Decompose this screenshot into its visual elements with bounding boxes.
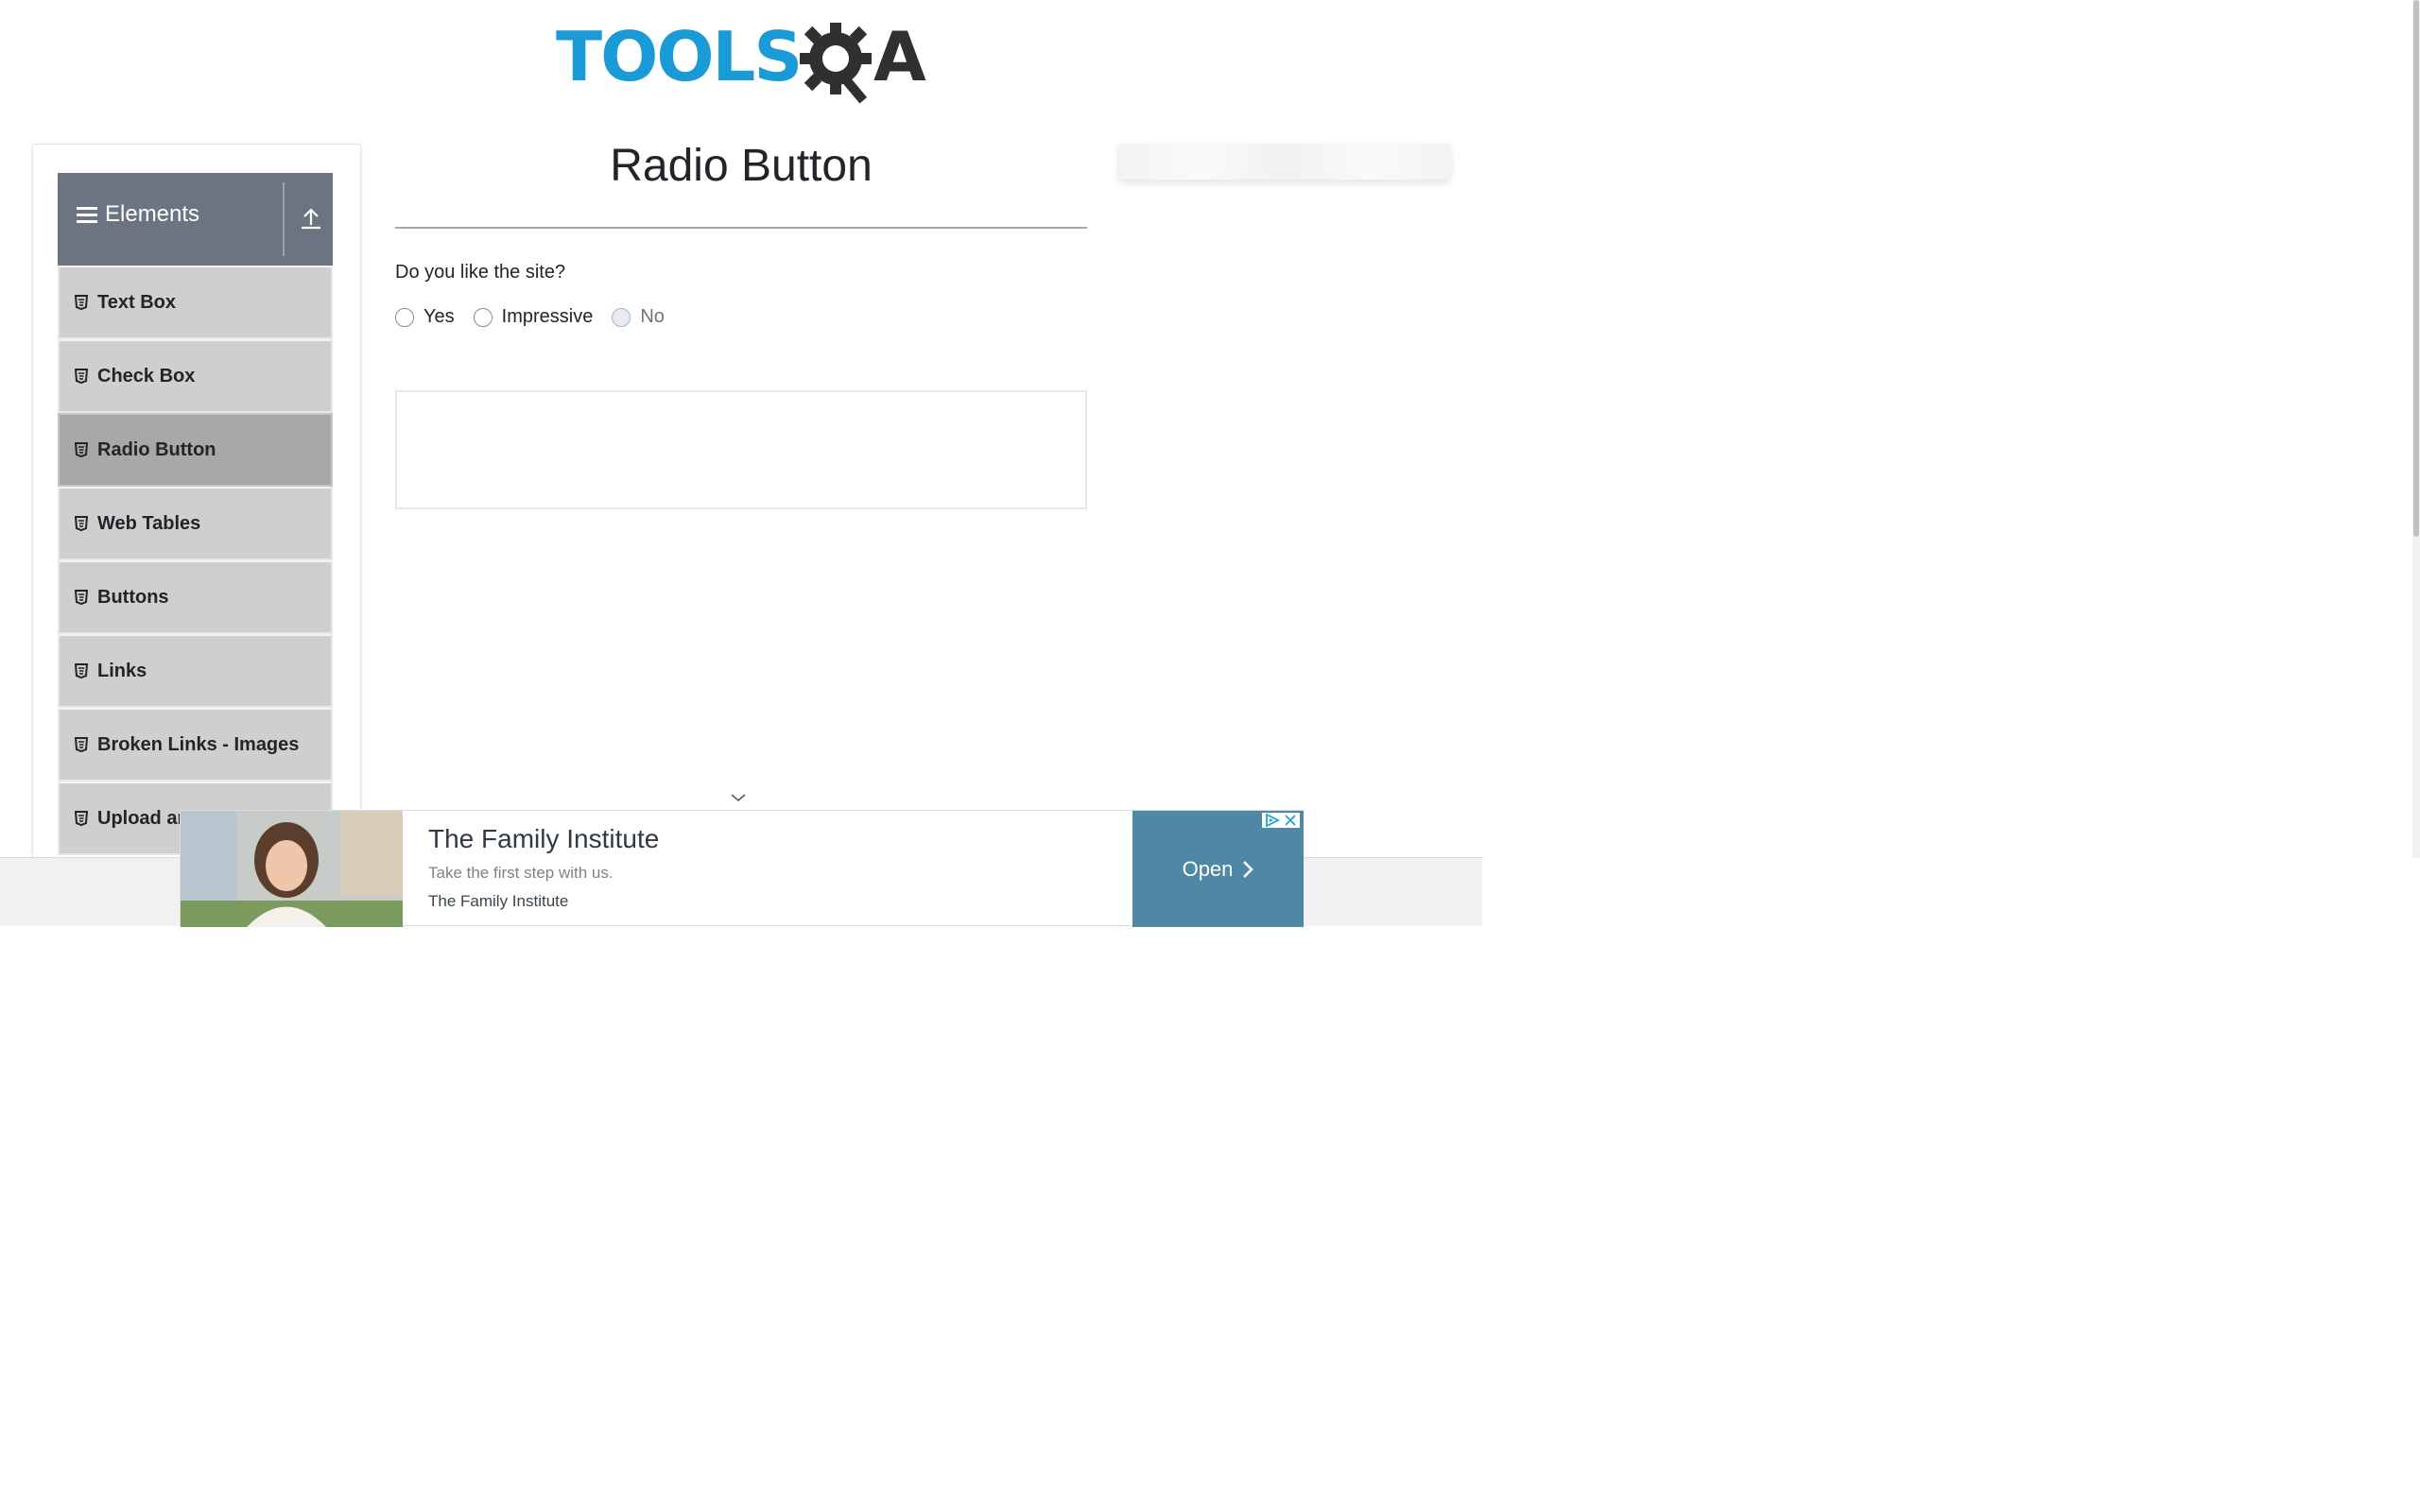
sidebar-item-label: Web Tables [97, 512, 201, 534]
question-text: Do you like the site? [395, 262, 566, 283]
sidebar-item-label: Links [97, 660, 147, 681]
radio-group: Yes Impressive No [395, 306, 683, 328]
group-title-label: Elements [105, 201, 200, 227]
ad-title[interactable]: The Family Institute [428, 824, 659, 854]
sidebar-item-web-tables[interactable]: Web Tables [58, 487, 333, 560]
ad-open-button[interactable]: Open [1132, 811, 1304, 927]
logo-lockup: TOOLS A [556, 17, 934, 107]
html5-icon [75, 516, 88, 531]
radio-yes-label[interactable]: Yes [424, 306, 455, 328]
html5-icon [75, 369, 88, 384]
sidebar-item-buttons[interactable]: Buttons [58, 560, 333, 634]
radio-yes[interactable]: Yes [395, 306, 455, 328]
radio-no: No [612, 306, 665, 328]
sidebar-item-label: Radio Button [97, 438, 216, 460]
html5-icon [75, 737, 88, 752]
group-divider [283, 182, 285, 256]
result-output-box [395, 390, 1087, 509]
radio-impressive-label[interactable]: Impressive [502, 306, 594, 328]
chevron-down-icon[interactable] [730, 792, 747, 803]
sidebar-item-label: Text Box [97, 291, 176, 313]
sidebar-item-broken-links-images[interactable]: Broken Links - Images [58, 708, 333, 782]
html5-icon [75, 442, 88, 457]
header: TOOLS A [0, 0, 1475, 123]
sidebar-item-check-box[interactable]: Check Box [58, 339, 333, 413]
radio-impressive[interactable]: Impressive [473, 306, 594, 328]
scrollbar-thumb[interactable] [2413, 0, 2419, 537]
logo-text-a: A [873, 17, 926, 96]
page-scrollbar[interactable] [2412, 0, 2420, 858]
close-icon[interactable] [1284, 814, 1297, 827]
ad-photo [181, 811, 403, 927]
ad-photo-illustration [181, 811, 403, 927]
bottom-ad-banner[interactable]: The Family Institute Take the first step… [180, 810, 1304, 927]
sidebar-item-links[interactable]: Links [58, 634, 333, 708]
logo-text-tools: TOOLS [556, 17, 803, 96]
radio-yes-input[interactable] [395, 307, 414, 327]
hamburger-icon [77, 206, 97, 223]
elements-menu: Text Box Check Box Radio Button Web Tabl… [58, 266, 333, 855]
sidebar-item-text-box[interactable]: Text Box [58, 266, 333, 339]
sidebar-item-radio-button[interactable]: Radio Button [58, 413, 333, 487]
elements-group-header[interactable]: Elements [58, 173, 333, 266]
ad-choices[interactable] [1262, 813, 1300, 828]
collapse-up-icon[interactable] [300, 206, 322, 231]
radio-no-label: No [640, 306, 665, 327]
adchoices-icon[interactable] [1265, 814, 1280, 827]
html5-icon [75, 663, 88, 679]
ad-brand: The Family Institute [428, 892, 569, 910]
toolsqa-logo[interactable]: TOOLS A [556, 17, 934, 107]
left-panel: Elements Text Box Check Box Radio Button [32, 144, 361, 900]
sidebar-item-label: Check Box [97, 365, 196, 387]
title-divider [395, 227, 1087, 229]
ad-open-label: Open [1182, 856, 1234, 881]
top-ad-banner[interactable] [1119, 144, 1450, 180]
radio-impressive-input[interactable] [473, 307, 493, 327]
radio-no-input [612, 307, 631, 327]
html5-icon [75, 295, 88, 310]
ad-subtitle: Take the first step with us. [428, 864, 614, 882]
html5-icon [75, 590, 88, 605]
chevron-right-icon [1243, 860, 1254, 878]
page-title: Radio Button [610, 141, 873, 191]
sidebar-item-label: Broken Links - Images [97, 733, 300, 755]
group-title: Elements [77, 201, 199, 228]
html5-icon [75, 811, 88, 826]
sidebar-item-label: Buttons [97, 586, 169, 608]
